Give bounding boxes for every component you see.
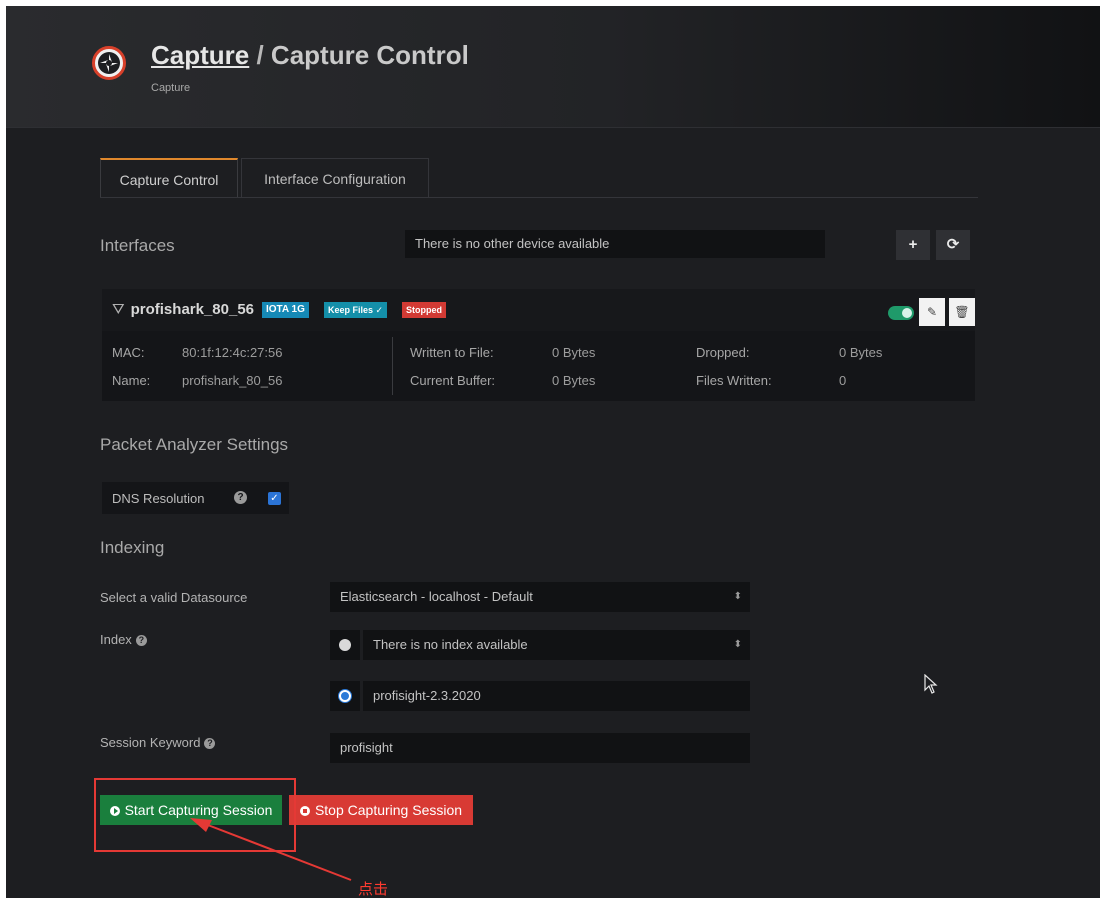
index-option-2-radio-cell[interactable] <box>330 681 360 711</box>
refresh-icon: ⟳ <box>946 236 960 253</box>
radio-unselected[interactable] <box>339 639 351 651</box>
datasource-label: Select a valid Datasource <box>100 590 248 605</box>
device-select-field[interactable]: There is no other device available <box>405 230 825 258</box>
pencil-icon: ✎ <box>926 305 938 319</box>
index-option-1-value: There is no index available <box>373 637 528 652</box>
dropped-value: 0 Bytes <box>839 345 883 360</box>
buffer-value: 0 Bytes <box>552 373 596 388</box>
annotation-click-label: 点击 <box>358 881 389 898</box>
shark-fin-icon: ⛛ <box>112 301 125 318</box>
name-value: profishark_80_56 <box>182 373 283 388</box>
dns-resolution-label: DNS Resolution <box>112 491 205 506</box>
plus-icon: + <box>908 236 918 253</box>
add-interface-button[interactable]: + <box>896 230 930 260</box>
index-option-1-radio-cell[interactable] <box>330 630 360 660</box>
camera-shutter-icon <box>92 46 126 80</box>
index-option-2-value: profisight-2.3.2020 <box>373 688 481 703</box>
edit-interface-button[interactable]: ✎ <box>919 298 945 326</box>
session-keyword-label: Session Keyword <box>100 735 201 750</box>
mouse-cursor-icon <box>924 674 938 694</box>
radio-selected[interactable] <box>339 690 351 702</box>
index-select[interactable]: There is no index available ⬍ <box>363 630 750 660</box>
select-caret-icon: ⬍ <box>733 639 742 650</box>
index-label: Index <box>100 632 132 647</box>
card-divider <box>392 337 393 395</box>
app-screen: Capture / Capture Control Capture Captur… <box>6 6 1100 898</box>
delete-interface-button[interactable]: 🗑 <box>949 298 975 326</box>
interface-name: ⛛ profishark_80_56 <box>112 301 254 318</box>
session-keyword-value: profisight <box>340 740 393 755</box>
breadcrumb-separator: / <box>249 40 271 70</box>
index-label-row: Index? <box>100 632 147 647</box>
select-caret-icon: ⬍ <box>733 591 742 602</box>
trash-icon: 🗑 <box>954 305 970 319</box>
files-label: Files Written: <box>696 373 772 388</box>
annotation-arrow-icon <box>190 818 352 881</box>
interfaces-heading: Interfaces <box>100 236 175 255</box>
files-value: 0 <box>839 373 847 388</box>
page-subtitle: Capture <box>151 82 191 94</box>
interface-name-text: profishark_80_56 <box>130 301 255 318</box>
mac-label: MAC: <box>112 345 145 360</box>
written-label: Written to File: <box>410 345 494 360</box>
buffer-label: Current Buffer: <box>410 373 496 388</box>
badge-iota: IOTA 1G <box>262 302 309 318</box>
dns-resolution-checkbox[interactable]: ✓ <box>268 492 281 505</box>
interface-enable-toggle[interactable] <box>888 306 914 320</box>
badge-stopped: Stopped <box>402 302 446 318</box>
dropped-label: Dropped: <box>696 345 750 360</box>
name-label: Name: <box>112 373 151 388</box>
tab-capture-control[interactable]: Capture Control <box>100 158 238 198</box>
new-index-input[interactable]: profisight-2.3.2020 <box>363 681 750 711</box>
datasource-select[interactable]: Elasticsearch - localhost - Default ⬍ <box>330 582 750 612</box>
interface-card-header: ⛛ profishark_80_56 IOTA 1G Keep Files ✓ S… <box>102 289 975 331</box>
tab-divider <box>100 197 978 198</box>
refresh-interfaces-button[interactable]: ⟳ <box>936 230 970 260</box>
breadcrumb-current: Capture Control <box>270 40 469 70</box>
datasource-value: Elasticsearch - localhost - Default <box>340 589 533 604</box>
session-keyword-input[interactable]: profisight <box>330 733 750 763</box>
mac-value: 80:1f:12:4c:27:56 <box>182 345 283 360</box>
dns-resolution-setting: DNS Resolution ? ✓ <box>102 482 289 514</box>
badge-keep-files: Keep Files ✓ <box>324 302 388 318</box>
breadcrumb-link-capture[interactable]: Capture <box>151 40 249 70</box>
packet-analyzer-heading: Packet Analyzer Settings <box>100 435 289 454</box>
help-icon[interactable]: ? <box>204 738 216 750</box>
page-header: Capture / Capture Control Capture <box>6 6 1100 128</box>
indexing-heading: Indexing <box>100 538 165 557</box>
help-icon[interactable]: ? <box>135 635 147 647</box>
written-value: 0 Bytes <box>552 345 596 360</box>
session-keyword-label-row: Session Keyword? <box>100 735 216 750</box>
interface-card-body: MAC: 80:1f:12:4c:27:56 Name: profishark_… <box>102 331 975 401</box>
tab-interface-configuration[interactable]: Interface Configuration <box>241 158 429 198</box>
page-title: Capture / Capture Control <box>151 40 469 71</box>
help-icon[interactable]: ? <box>234 491 247 504</box>
